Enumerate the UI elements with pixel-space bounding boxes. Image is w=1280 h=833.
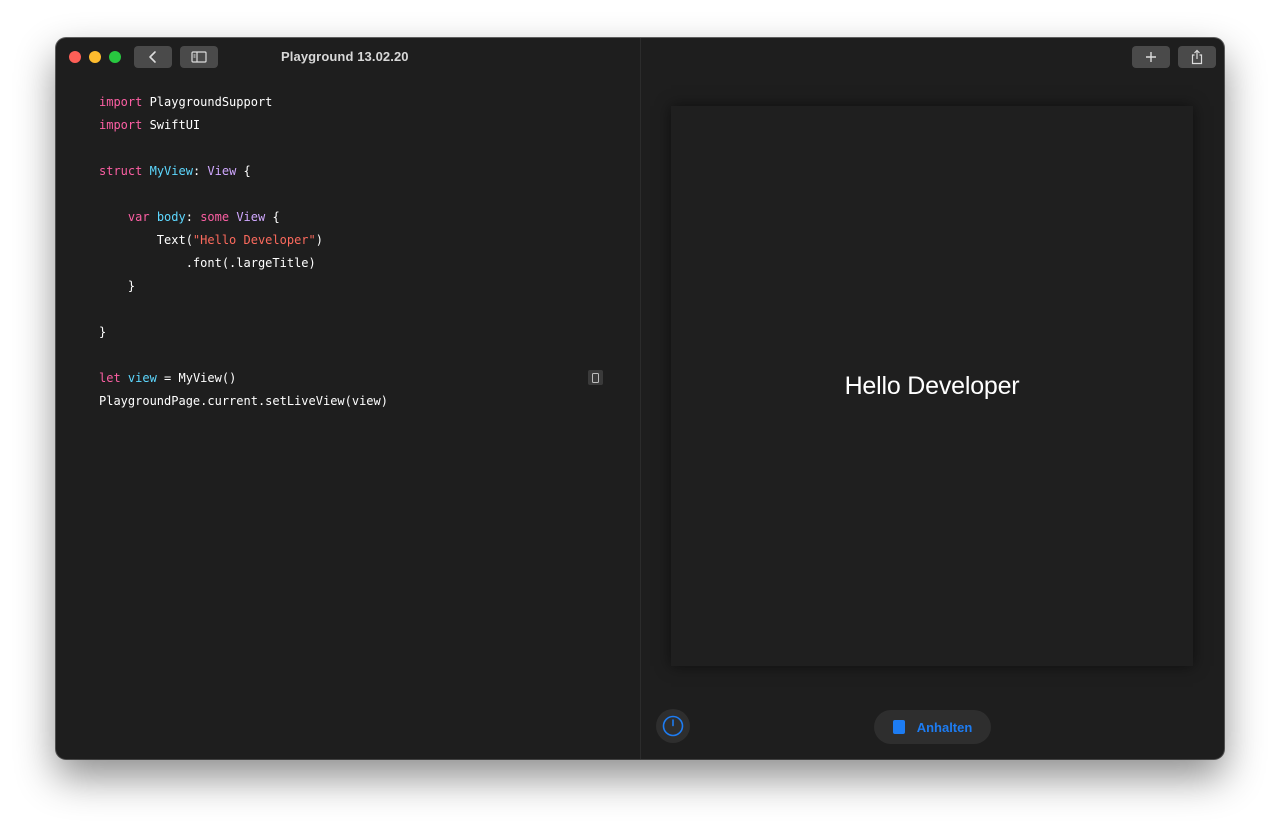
code-line[interactable]: Text("Hello Developer") (99, 229, 619, 252)
result-toggle-button[interactable] (588, 370, 603, 385)
code-token: : (185, 210, 201, 224)
code-token: .font(.largeTitle) (99, 256, 316, 270)
code-token: import (99, 95, 143, 109)
window-title: Playground 13.02.20 (281, 49, 409, 64)
live-view-text: Hello Developer (844, 371, 1020, 400)
code-token: some (200, 210, 230, 224)
stop-button[interactable]: Anhalten (874, 710, 991, 744)
code-token: var (127, 210, 150, 224)
code-token: } (99, 325, 107, 339)
code-line[interactable]: import PlaygroundSupport (99, 91, 619, 114)
stop-button-label: Anhalten (916, 719, 973, 735)
code-line[interactable]: } (99, 321, 619, 344)
code-token: } (99, 279, 136, 293)
code-token: { (236, 164, 251, 178)
code-token: : (192, 164, 208, 178)
code-token: MyView (149, 164, 193, 178)
code-line[interactable] (99, 344, 619, 367)
code-line[interactable] (99, 298, 619, 321)
code-token: struct (99, 164, 143, 178)
code-line[interactable] (99, 183, 619, 206)
timer-button[interactable] (656, 709, 690, 743)
code-token: View (236, 210, 266, 224)
share-icon (1191, 49, 1203, 65)
stop-icon (892, 720, 905, 734)
code-line[interactable]: PlaygroundPage.current.setLiveView(view) (99, 390, 619, 413)
split-divider[interactable] (640, 38, 641, 759)
minimize-window-button[interactable] (89, 51, 101, 63)
code-token: = MyView() (156, 371, 237, 385)
code-token: { (265, 210, 280, 224)
code-token: body (156, 210, 186, 224)
code-editor[interactable]: import PlaygroundSupport import SwiftUI s… (99, 91, 619, 413)
close-window-button[interactable] (69, 51, 81, 63)
plus-icon (1146, 52, 1156, 62)
timer-icon (662, 715, 684, 737)
add-button[interactable] (1132, 46, 1170, 68)
code-line[interactable]: import SwiftUI (99, 114, 619, 137)
code-token: "Hello Developer" (192, 233, 316, 247)
code-line[interactable]: let view = MyView() (99, 367, 619, 390)
share-button[interactable] (1178, 46, 1216, 68)
sidebar-icon (191, 51, 207, 63)
code-token: view (127, 371, 157, 385)
code-token: Text( (99, 233, 193, 247)
code-token: import (99, 118, 143, 132)
toggle-sidebar-button[interactable] (180, 46, 218, 68)
code-token: SwiftUI (142, 118, 201, 132)
code-line[interactable]: .font(.largeTitle) (99, 252, 619, 275)
code-line[interactable]: struct MyView: View { (99, 160, 619, 183)
code-line[interactable]: var body: some View { (99, 206, 619, 229)
code-line[interactable]: } (99, 275, 619, 298)
code-line[interactable] (99, 137, 619, 160)
live-view[interactable]: Hello Developer (671, 106, 1193, 666)
code-token: View (207, 164, 237, 178)
back-button[interactable] (134, 46, 172, 68)
zoom-window-button[interactable] (109, 51, 121, 63)
code-token: PlaygroundSupport (142, 95, 273, 109)
result-view-icon (592, 372, 599, 383)
code-token: PlaygroundPage.current.setLiveView(view) (99, 394, 388, 408)
playground-window: Playground 13.02.20 import PlaygroundSup… (56, 38, 1224, 759)
chevron-left-icon (149, 51, 156, 63)
code-token: ) (315, 233, 323, 247)
code-token: let (99, 371, 121, 385)
